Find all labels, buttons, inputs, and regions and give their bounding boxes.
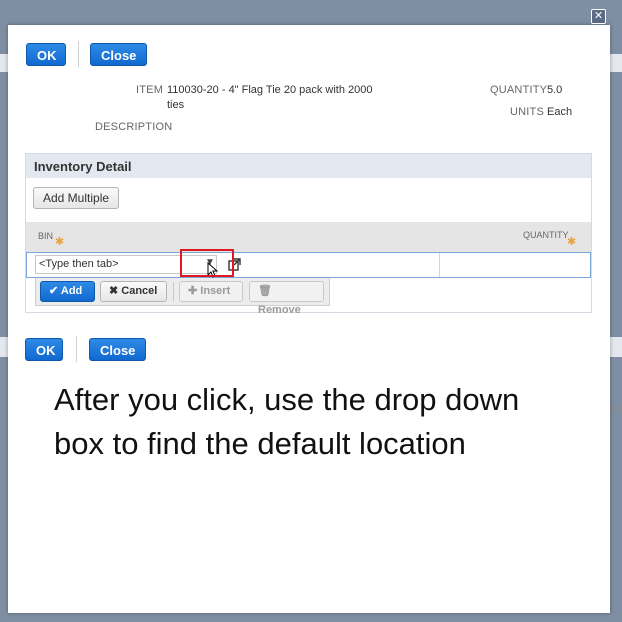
item-value-line2: ties: [167, 99, 185, 111]
item-label: ITEM: [136, 84, 164, 96]
description-label: DESCRIPTION: [95, 121, 173, 133]
background-peek-text: QU: [608, 404, 622, 415]
required-star-quantity: ✱: [567, 236, 577, 248]
bar-divider: [173, 282, 174, 301]
inventory-detail-header: Inventory Detail: [26, 154, 591, 178]
ok-button-bottom[interactable]: OK: [25, 338, 63, 361]
check-icon: ✔: [49, 285, 59, 297]
divider: [78, 41, 79, 67]
column-header-quantity[interactable]: QUANTITY: [523, 230, 569, 240]
close-button-bottom[interactable]: Close: [89, 338, 147, 361]
x-icon: ✖: [109, 285, 119, 297]
divider-bottom: [76, 336, 77, 362]
cancel-line-button[interactable]: ✖ Cancel: [100, 281, 167, 302]
insert-line-label: Insert: [200, 285, 231, 297]
trash-icon: 🗑: [258, 285, 272, 297]
dropdown-highlight-box: [180, 249, 234, 277]
close-icon[interactable]: ✕: [591, 9, 606, 24]
remove-line-label: Remove: [258, 304, 301, 316]
instruction-caption: After you click, use the drop down box t…: [54, 382, 520, 461]
remove-line-button[interactable]: 🗑 Remove: [249, 281, 324, 316]
ok-button-top[interactable]: OK: [26, 43, 66, 66]
add-line-button[interactable]: ✔ Add: [40, 281, 95, 302]
cancel-line-label: Cancel: [121, 285, 158, 297]
add-multiple-button[interactable]: Add Multiple: [33, 187, 120, 209]
units-value: Each: [547, 106, 573, 118]
insert-line-button[interactable]: ✚ Insert: [179, 281, 243, 302]
quantity-label: QUANTITY: [490, 84, 548, 96]
column-header-bin[interactable]: BIN: [38, 231, 53, 241]
quantity-value: 5.0: [547, 84, 563, 96]
item-value-line1: 110030-20 - 4" Flag Tie 20 pack with 200…: [167, 84, 373, 96]
sublist-action-bar: ✔ Add ✖ Cancel ✚ Insert 🗑 Remove: [35, 278, 330, 316]
sublist-edit-row: <Type then tab> ▼: [26, 252, 591, 278]
column-divider: [439, 253, 440, 277]
units-label: UNITS: [510, 106, 544, 118]
plus-icon: ✚: [188, 285, 198, 297]
add-line-label: Add: [60, 285, 83, 297]
sublist-header: BIN ✱ QUANTITY ✱: [26, 222, 591, 252]
required-star-bin: ✱: [55, 236, 65, 248]
inventory-detail-panel: Inventory Detail Add Multiple BIN ✱ QUAN…: [25, 153, 592, 316]
close-button-top[interactable]: Close: [90, 43, 148, 66]
inventory-detail-title: Inventory Detail: [34, 159, 132, 174]
inventory-detail-dialog: ✕ OK Close ITEM 110030-20 - 4" Flag Tie …: [8, 9, 610, 613]
